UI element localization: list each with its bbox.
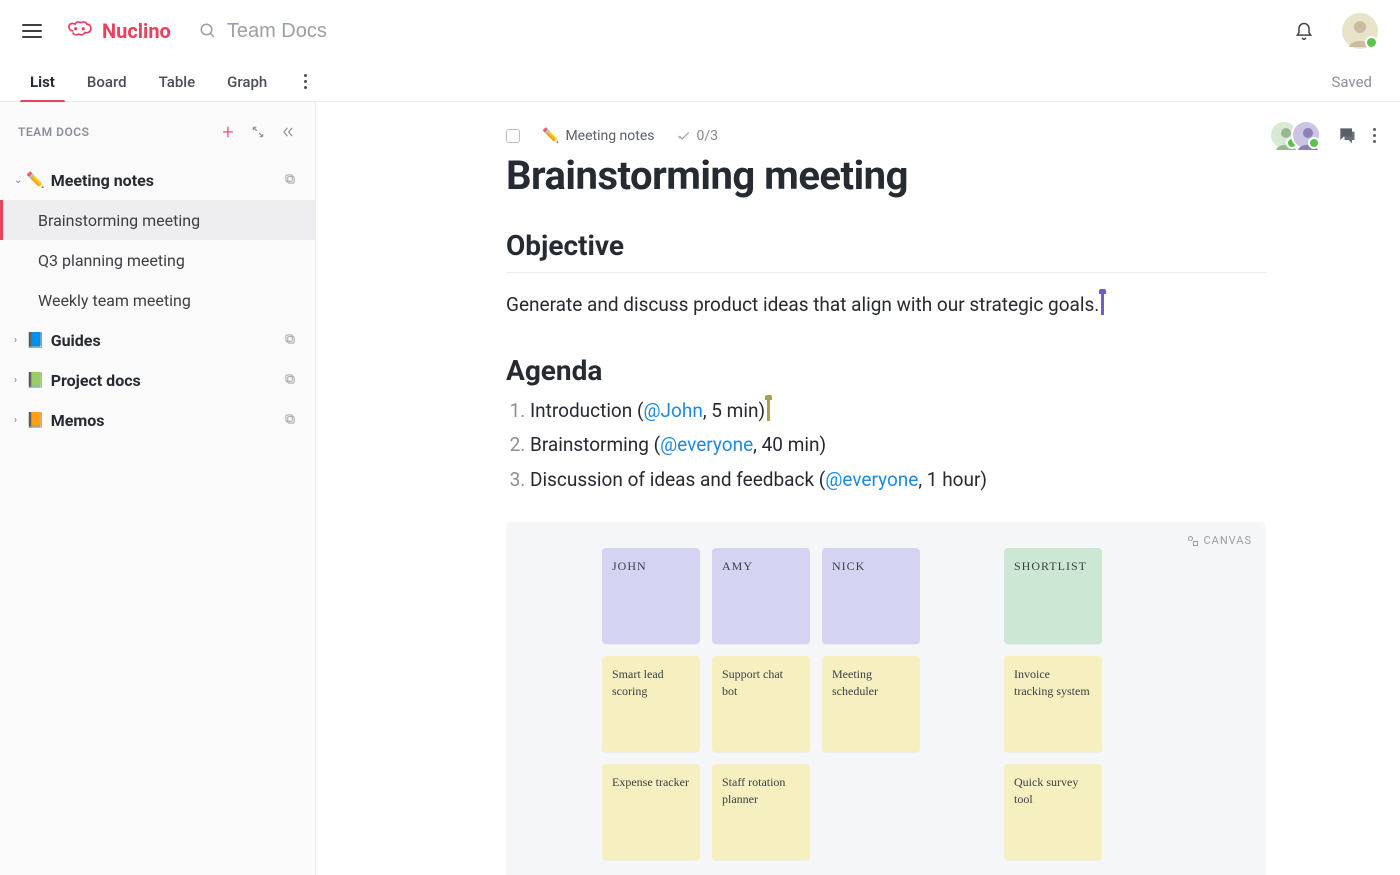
tab-table[interactable]: Table bbox=[157, 62, 198, 102]
presence-avatars[interactable] bbox=[1269, 120, 1321, 150]
canvas-card[interactable]: Expense tracker bbox=[602, 764, 700, 860]
green-book-icon: 📗 bbox=[26, 371, 45, 389]
sidebar-sub-weekly-team[interactable]: Weekly team meeting bbox=[0, 280, 315, 320]
page-title[interactable]: Brainstorming meeting bbox=[506, 152, 1266, 199]
canvas-card[interactable]: Meeting scheduler bbox=[822, 656, 920, 752]
canvas-card[interactable]: Support chat bot bbox=[712, 656, 810, 752]
chevron-down-icon: ⌄ bbox=[14, 175, 24, 186]
canvas-card[interactable]: JOHN bbox=[602, 548, 700, 644]
pencil-icon: ✏️ bbox=[26, 171, 45, 189]
canvas-card[interactable]: NICK bbox=[822, 548, 920, 644]
breadcrumb[interactable]: ✏️ Meeting notes bbox=[542, 128, 655, 144]
checkbox-icon[interactable] bbox=[506, 129, 520, 143]
avatar-image bbox=[1342, 13, 1378, 49]
canvas-card[interactable]: Smart lead scoring bbox=[602, 656, 700, 752]
sidebar-item-label: Project docs bbox=[51, 371, 141, 390]
menu-icon[interactable] bbox=[22, 24, 42, 38]
user-avatar[interactable] bbox=[1342, 13, 1378, 49]
search-input[interactable] bbox=[227, 20, 527, 43]
blue-book-icon: 📘 bbox=[26, 331, 45, 349]
sidebar-item-memos[interactable]: › 📙 Memos bbox=[0, 400, 315, 440]
tab-more-icon[interactable] bbox=[297, 74, 313, 89]
orange-book-icon: 📙 bbox=[26, 411, 45, 429]
tab-list[interactable]: List bbox=[28, 62, 57, 102]
app-logo[interactable]: Nuclino bbox=[66, 19, 171, 43]
copy-icon[interactable] bbox=[283, 371, 297, 390]
collapse-sidebar-icon[interactable] bbox=[279, 123, 297, 141]
chevron-right-icon: › bbox=[14, 375, 24, 386]
canvas-embed[interactable]: CANVAS JOHN Smart lead scoring Expense t… bbox=[506, 522, 1266, 875]
mention[interactable]: @everyone bbox=[825, 468, 918, 491]
mention[interactable]: @John bbox=[643, 399, 702, 422]
chevron-right-icon: › bbox=[14, 415, 24, 426]
heading-agenda[interactable]: Agenda bbox=[506, 354, 1266, 387]
agenda-item[interactable]: Brainstorming (@everyone, 40 min) bbox=[530, 431, 1266, 460]
canvas-card[interactable]: Invoice tracking system bbox=[1004, 656, 1102, 752]
sidebar: TEAM DOCS + ⌄ ✏️ Meeting notes Brainstor… bbox=[0, 102, 316, 875]
sidebar-item-meeting-notes[interactable]: ⌄ ✏️ Meeting notes bbox=[0, 160, 315, 200]
search-bar[interactable] bbox=[199, 20, 527, 43]
chevron-right-icon: › bbox=[14, 335, 24, 346]
document-pane: ✏️ Meeting notes 0/3 Brainstorming meeti… bbox=[316, 102, 1400, 875]
sidebar-item-label: Memos bbox=[51, 411, 105, 430]
sidebar-sub-brainstorming[interactable]: Brainstorming meeting bbox=[0, 200, 315, 240]
canvas-card[interactable]: Quick survey tool bbox=[1004, 764, 1102, 860]
check-icon bbox=[677, 129, 691, 143]
task-counter[interactable]: 0/3 bbox=[677, 128, 719, 144]
save-status: Saved bbox=[1331, 73, 1372, 91]
agenda-item[interactable]: Discussion of ideas and feedback (@every… bbox=[530, 466, 1266, 495]
task-counter-value: 0/3 bbox=[697, 128, 719, 144]
comments-icon[interactable] bbox=[1337, 125, 1357, 145]
sidebar-item-label: Meeting notes bbox=[51, 171, 154, 190]
canvas-card[interactable]: AMY bbox=[712, 548, 810, 644]
brain-icon bbox=[66, 20, 96, 42]
tab-graph[interactable]: Graph bbox=[225, 62, 269, 102]
tab-board[interactable]: Board bbox=[85, 62, 129, 102]
mention[interactable]: @everyone bbox=[660, 433, 753, 456]
sidebar-item-label: Guides bbox=[51, 331, 101, 350]
sidebar-sub-q3-planning[interactable]: Q3 planning meeting bbox=[0, 240, 315, 280]
app-name: Nuclino bbox=[102, 19, 171, 43]
canvas-card[interactable]: Staff rotation planner bbox=[712, 764, 810, 860]
add-item-icon[interactable]: + bbox=[219, 123, 237, 141]
divider bbox=[506, 272, 1266, 273]
collaborator-cursor bbox=[767, 399, 770, 421]
objective-text[interactable]: Generate and discuss product ideas that … bbox=[506, 291, 1266, 320]
doc-more-icon[interactable] bbox=[1373, 128, 1376, 143]
expand-icon[interactable] bbox=[249, 123, 267, 141]
copy-icon[interactable] bbox=[283, 171, 297, 190]
sidebar-item-guides[interactable]: › 📘 Guides bbox=[0, 320, 315, 360]
pencil-icon: ✏️ bbox=[542, 128, 559, 144]
agenda-list[interactable]: Introduction (@John, 5 min) Brainstormin… bbox=[506, 397, 1266, 495]
search-icon bbox=[199, 22, 217, 40]
sidebar-title: TEAM DOCS bbox=[18, 125, 89, 139]
presence-avatar[interactable] bbox=[1291, 120, 1321, 150]
copy-icon[interactable] bbox=[283, 331, 297, 350]
canvas-card[interactable]: SHORTLIST bbox=[1004, 548, 1102, 644]
sidebar-item-project-docs[interactable]: › 📗 Project docs bbox=[0, 360, 315, 400]
agenda-item[interactable]: Introduction (@John, 5 min) bbox=[530, 397, 1266, 426]
heading-objective[interactable]: Objective bbox=[506, 229, 1266, 262]
collaborator-cursor bbox=[1101, 293, 1104, 315]
breadcrumb-label: Meeting notes bbox=[565, 128, 654, 144]
notifications-icon[interactable] bbox=[1294, 21, 1314, 41]
copy-icon[interactable] bbox=[283, 411, 297, 430]
